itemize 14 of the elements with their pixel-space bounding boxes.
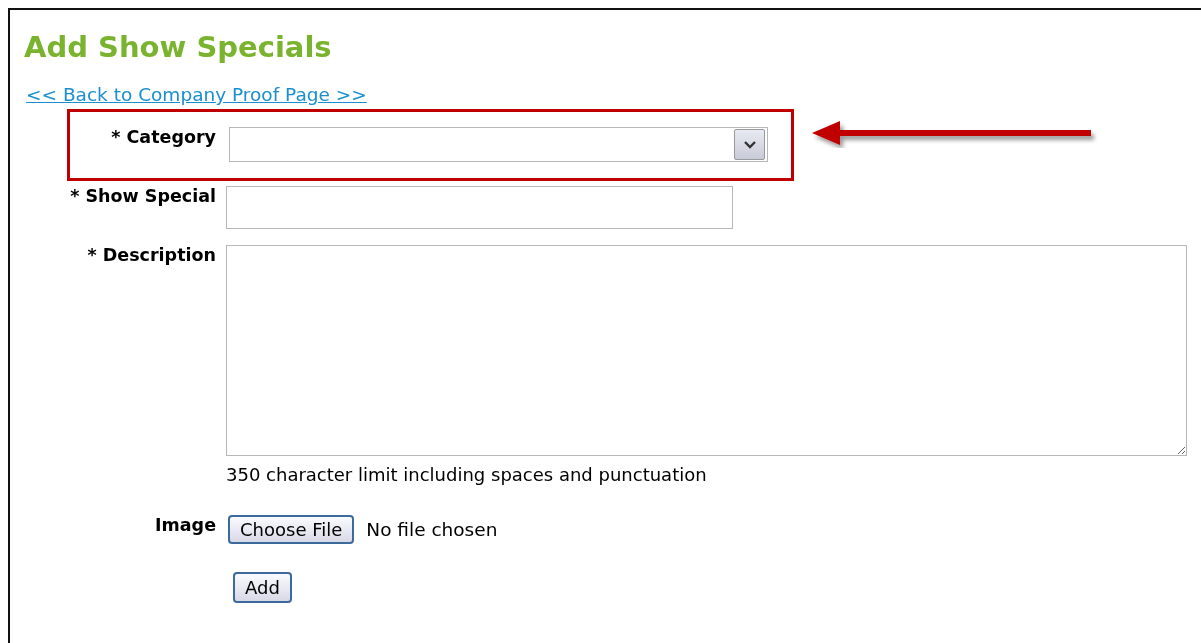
category-dropdown[interactable] xyxy=(229,127,768,162)
field-label: * Category xyxy=(111,127,216,149)
field-label: * Show Special xyxy=(70,186,216,208)
page-title: Add Show Specials xyxy=(24,30,333,64)
field-label: * Description xyxy=(87,245,216,267)
choose-file-button[interactable]: Choose File xyxy=(228,515,355,544)
file-status: No file chosen xyxy=(366,519,498,540)
description-field[interactable] xyxy=(226,245,1187,456)
add-button[interactable]: Add xyxy=(233,572,292,603)
field-label: Image xyxy=(155,515,216,537)
character-limit-hint: 350 character limit including spaces and punctuation xyxy=(226,464,708,485)
show-special-field[interactable] xyxy=(226,186,733,229)
back-link[interactable]: << Back to Company Proof Page >> xyxy=(26,84,367,105)
chevron-down-icon xyxy=(743,140,756,149)
